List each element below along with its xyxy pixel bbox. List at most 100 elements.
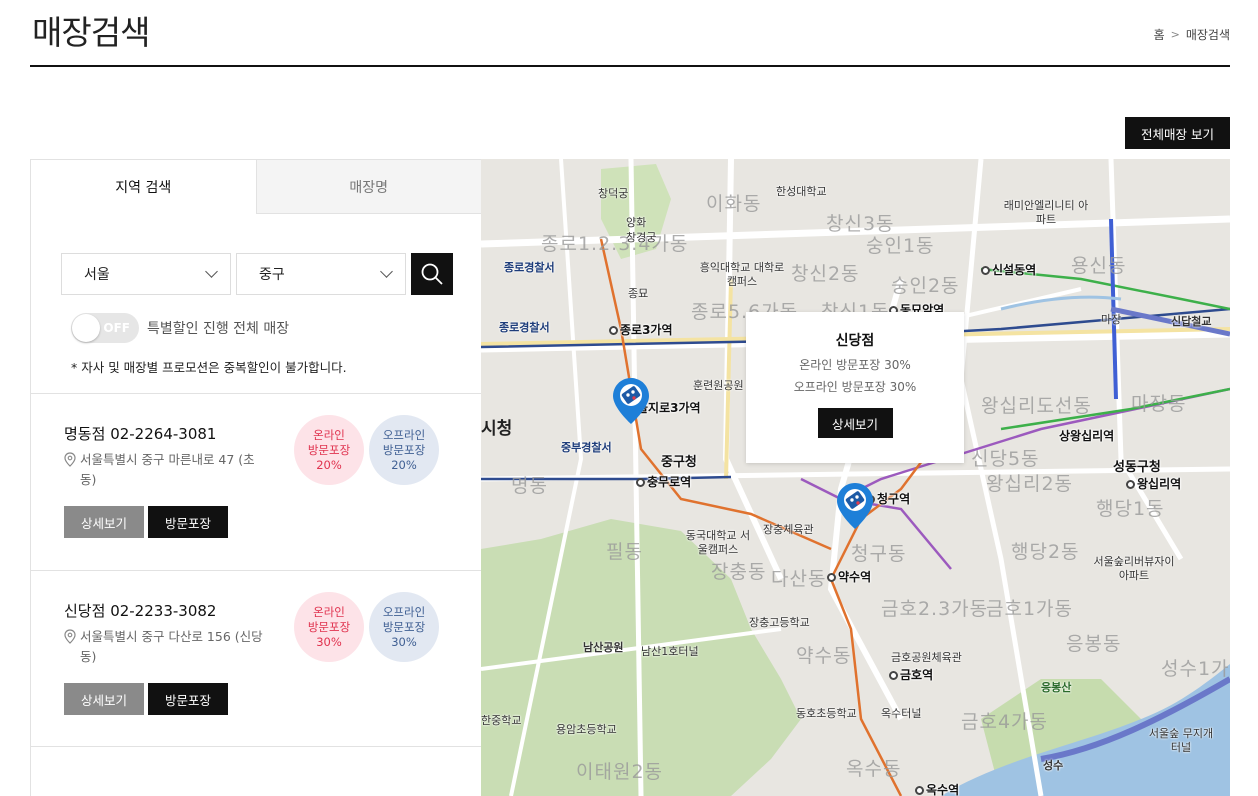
badge-line: 오프라인 — [382, 604, 426, 619]
station-icon — [636, 478, 645, 487]
map-place-label: 응봉산 — [1041, 681, 1072, 694]
city-hall-label: 시청 — [481, 419, 513, 439]
store-marker-sindang[interactable] — [835, 481, 875, 531]
district-select-value: 중구 — [259, 267, 285, 283]
city-select-value: 서울 — [84, 267, 110, 283]
store-name-phone: 신당점 02-2233-3082 — [64, 600, 216, 621]
store-detail-button[interactable]: 상세보기 — [64, 506, 144, 538]
badge-line: 방문포장 — [382, 619, 426, 634]
badge-line: 온라인 — [313, 427, 345, 442]
chevron-down-icon — [205, 265, 218, 278]
tab-region-search[interactable]: 지역 검색 — [31, 159, 256, 214]
map-station-label: 약수역 — [827, 568, 871, 585]
popup-detail-button[interactable]: 상세보기 — [817, 408, 893, 438]
map-station-label: 신설동역 — [981, 261, 1036, 278]
store-marker-myeongdong[interactable] — [611, 376, 651, 426]
map-place-label: 중구청 — [661, 455, 697, 470]
store-item[interactable]: 명동점 02-2264-3081 서울특별시 중구 마른내로 47 (초동) 온… — [31, 393, 481, 570]
popup-offline-discount: 오프라인 방문포장 30% — [793, 380, 917, 394]
special-discount-toggle[interactable]: OFF — [71, 313, 139, 343]
store-actions: 상세보기 방문포장 — [64, 683, 228, 715]
station-name: 신설동역 — [992, 263, 1037, 277]
district-label: 금호4가동 — [961, 711, 1049, 733]
district-label: 종로1.2.3.4가동 — [541, 233, 689, 255]
district-label: 마장동 — [1131, 393, 1187, 415]
map-place-label: 양화 — [626, 216, 647, 229]
breadcrumb-separator: > — [1170, 28, 1180, 41]
station-icon — [609, 326, 618, 335]
view-all-stores-button[interactable]: 전체매장 보기 — [1125, 117, 1230, 149]
badge-rate: 20% — [391, 457, 417, 472]
location-pin-icon — [64, 629, 76, 644]
breadcrumb-current: 매장검색 — [1185, 28, 1230, 42]
district-label: 행당1동 — [1096, 498, 1165, 520]
district-label: 숭인2동 — [891, 275, 960, 297]
map-place-label: 남산공원 — [583, 641, 624, 654]
special-discount-row: OFF 특별할인 진행 전체 매장 — [71, 313, 289, 343]
city-select[interactable]: 서울 — [61, 253, 231, 295]
district-label: 왕십리2동 — [986, 473, 1074, 495]
map-station-label: 종로3가역 — [609, 321, 673, 338]
map-place-label: 훈련원공원 — [693, 379, 744, 392]
store-phone: 02-2233-3082 — [110, 602, 217, 620]
badge-rate: 30% — [391, 634, 417, 649]
district-label: 옥수동 — [846, 758, 902, 780]
map-place-label: 성수 — [1043, 759, 1064, 772]
map-place-label: 창경궁 — [626, 231, 657, 244]
district-label: 숭인1동 — [866, 235, 935, 257]
station-icon — [889, 671, 898, 680]
badge-rate: 30% — [316, 634, 342, 649]
district-label: 명동 — [511, 475, 548, 497]
store-detail-button[interactable]: 상세보기 — [64, 683, 144, 715]
station-name: 종로3가역 — [620, 323, 673, 337]
search-tabs: 지역 검색 매장명 — [31, 159, 481, 214]
map-place-label: 래미안엘리니티 아파트 — [1003, 199, 1089, 226]
map-place-label: 종묘 — [628, 287, 649, 300]
badge-line: 방문포장 — [382, 442, 426, 457]
store-item[interactable]: 신당점 02-2233-3082 서울특별시 중구 다산로 156 (신당동) … — [31, 570, 481, 747]
special-discount-label: 특별할인 진행 전체 매장 — [147, 321, 290, 337]
chevron-down-icon — [380, 265, 393, 278]
breadcrumb-home[interactable]: 홈 — [1154, 26, 1165, 43]
district-label: 장충동 — [711, 561, 767, 583]
district-label: 금호2.3가동 — [881, 598, 989, 620]
badge-line: 방문포장 — [307, 442, 351, 457]
title-divider — [30, 65, 1230, 67]
breadcrumb: 홈 > 매장검색 — [1154, 26, 1230, 43]
district-label: 청구동 — [851, 543, 907, 565]
station-name: 왕십리역 — [1137, 477, 1182, 491]
map-place-label: 한중학교 — [481, 714, 522, 727]
map-place-label: 장충체육관 — [763, 523, 814, 536]
online-pickup-badge: 온라인 방문포장 30% — [294, 592, 364, 662]
page-title: 매장검색 — [32, 13, 150, 52]
district-label: 왕십리도선동 — [981, 395, 1092, 417]
district-label: 응봉동 — [1066, 633, 1122, 655]
store-name-phone: 명동점 02-2264-3081 — [64, 423, 216, 444]
map-police-label: 종로경찰서 — [499, 321, 550, 334]
district-label: 이화동 — [706, 193, 762, 215]
district-label: 금호1가동 — [986, 598, 1074, 620]
store-actions: 상세보기 방문포장 — [64, 506, 228, 538]
map-police-label: 중부경찰서 — [561, 441, 612, 454]
map-place-label: 신답철교 — [1171, 315, 1212, 328]
district-label: 성수1가 — [1161, 658, 1230, 680]
toggle-state-text: OFF — [103, 321, 130, 335]
station-icon — [981, 266, 990, 275]
store-info-popup: 신당점 온라인 방문포장 30% 오프라인 방문포장 30% 상세보기 — [746, 312, 964, 463]
store-map[interactable]: 이화동 창신3동 숭인1동 종로1.2.3.4가동 창신2동 숭인2동 종로5.… — [481, 159, 1230, 796]
online-pickup-badge: 온라인 방문포장 20% — [294, 415, 364, 485]
district-label: 약수동 — [796, 645, 852, 667]
district-select[interactable]: 중구 — [236, 253, 406, 295]
badge-rate: 20% — [316, 457, 342, 472]
badge-line: 오프라인 — [382, 427, 426, 442]
store-pickup-button[interactable]: 방문포장 — [148, 683, 228, 715]
store-address: 서울특별시 중구 다산로 156 (신당동) — [64, 627, 264, 667]
map-place-label: 금호공원체육관 — [891, 651, 962, 664]
promotion-notice: * 자사 및 매장별 프로모션은 중복할인이 불가합니다. — [71, 360, 347, 375]
search-icon — [421, 263, 443, 285]
map-police-label: 종로경찰서 — [504, 261, 555, 274]
store-name: 신당점 — [64, 602, 106, 620]
search-button[interactable] — [411, 253, 453, 295]
store-pickup-button[interactable]: 방문포장 — [148, 506, 228, 538]
tab-store-name[interactable]: 매장명 — [255, 159, 481, 214]
